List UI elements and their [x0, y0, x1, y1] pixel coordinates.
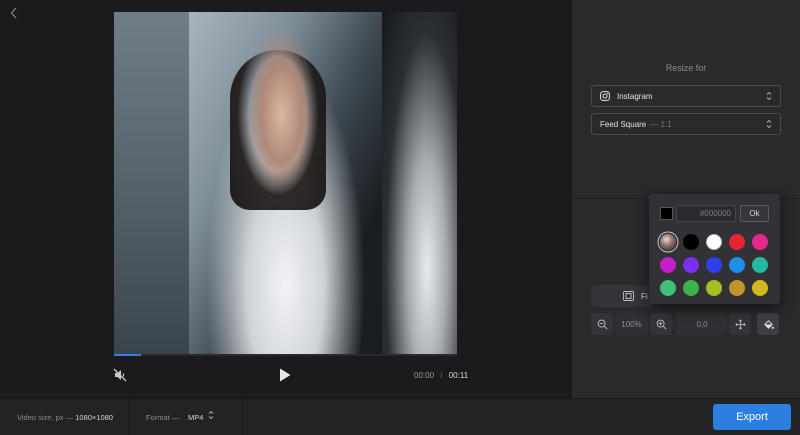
- swatch-image-blur[interactable]: [660, 234, 676, 250]
- resize-section: Resize for Instagram Feed Square — 1:1: [572, 0, 800, 198]
- blurred-background-right: [382, 12, 457, 354]
- size-select-ratio: — 1:1: [650, 119, 672, 129]
- video-frame-detail: [230, 50, 326, 210]
- position-value[interactable]: 0,0: [677, 313, 727, 335]
- playback-progress-bar[interactable]: [114, 354, 457, 356]
- play-button[interactable]: [278, 367, 292, 383]
- color-swatch[interactable]: [752, 234, 768, 250]
- color-swatch[interactable]: [729, 280, 745, 296]
- color-swatch[interactable]: [752, 280, 768, 296]
- chevron-left-icon: [10, 7, 17, 19]
- back-button[interactable]: [7, 5, 21, 21]
- color-swatch[interactable]: [706, 257, 722, 273]
- time-separator: /: [440, 371, 443, 380]
- fit-frame-icon: [623, 291, 634, 301]
- color-swatch[interactable]: [706, 280, 722, 296]
- format-label: Format —: [146, 413, 180, 422]
- size-select-value: Feed Square: [600, 119, 647, 129]
- color-swatch[interactable]: [683, 234, 699, 250]
- video-size-label: Video size, px —: [17, 413, 74, 422]
- hex-input[interactable]: #000000: [676, 205, 736, 222]
- color-swatch[interactable]: [706, 234, 722, 250]
- video-size-info: Video size, px — 1080×1080: [17, 413, 113, 422]
- color-swatch[interactable]: [683, 280, 699, 296]
- bottom-bar: Video size, px — 1080×1080 Format — MP4 …: [0, 398, 800, 435]
- zoom-value[interactable]: 100%: [615, 313, 648, 335]
- current-color-swatch: [660, 207, 673, 220]
- resize-heading: Resize for: [665, 63, 707, 73]
- background-color-button[interactable]: [757, 313, 779, 335]
- video-resizer-app: 00:00 / 00:11 Resize for Instagram Feed …: [0, 0, 800, 435]
- fit-button[interactable]: Fi: [591, 285, 651, 307]
- bottom-divider: [242, 399, 243, 435]
- platform-select[interactable]: Instagram: [591, 85, 781, 107]
- zoom-in-icon: [656, 319, 666, 329]
- color-ok-button[interactable]: Ok: [740, 205, 769, 222]
- chevron-up-down-icon: [766, 91, 772, 101]
- fit-button-label: Fi: [641, 292, 648, 301]
- zoom-out-icon: [597, 319, 607, 329]
- chevron-up-down-icon: [766, 119, 772, 129]
- color-swatch[interactable]: [660, 280, 676, 296]
- size-select[interactable]: Feed Square — 1:1: [591, 113, 781, 135]
- blurred-background-left: [114, 12, 189, 354]
- zoom-out-button[interactable]: [591, 313, 613, 335]
- export-button[interactable]: Export: [713, 404, 791, 430]
- mute-button[interactable]: [112, 367, 128, 383]
- color-picker-popover: #000000 Ok: [649, 194, 780, 304]
- playback-progress-fill: [114, 354, 142, 356]
- current-time: 00:00: [414, 371, 435, 380]
- editor-area: 00:00 / 00:11: [0, 0, 572, 398]
- chevron-up-down-icon[interactable]: [208, 410, 214, 420]
- timecode: 00:00 / 00:11: [414, 371, 468, 380]
- zoom-in-button[interactable]: [650, 313, 672, 335]
- paint-bucket-icon: [763, 319, 774, 329]
- color-swatch[interactable]: [683, 257, 699, 273]
- color-swatch[interactable]: [729, 257, 745, 273]
- play-icon: [280, 368, 291, 382]
- instagram-icon: [600, 91, 610, 101]
- color-swatch[interactable]: [660, 257, 676, 273]
- duration: 00:11: [448, 371, 469, 380]
- format-value[interactable]: MP4: [188, 413, 203, 422]
- muted-speaker-icon: [113, 368, 127, 382]
- video-preview[interactable]: [114, 12, 457, 354]
- platform-select-value: Instagram: [617, 91, 653, 101]
- video-size-value: 1080×1080: [75, 413, 113, 422]
- move-button[interactable]: [729, 313, 751, 335]
- color-swatch[interactable]: [752, 257, 768, 273]
- move-icon: [734, 318, 746, 330]
- color-swatch[interactable]: [729, 234, 745, 250]
- bottom-divider: [128, 399, 129, 435]
